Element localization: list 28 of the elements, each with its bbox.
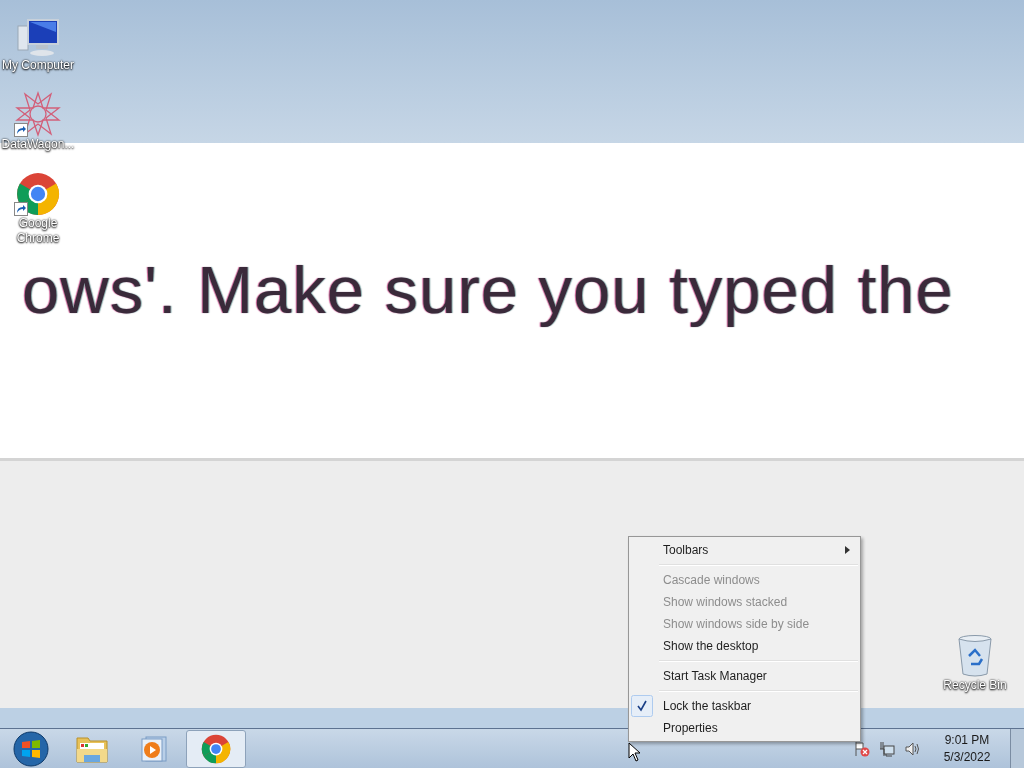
folder-icon — [76, 734, 108, 763]
desktop-icon-label[interactable]: DataWagon... — [0, 137, 76, 152]
desktop-icon-label[interactable]: Recycle Bin — [937, 678, 1013, 693]
menu-item[interactable]: Start Task Manager — [629, 665, 860, 687]
flag-error-icon[interactable] — [854, 740, 870, 757]
star-pattern-icon — [15, 91, 61, 137]
menu-item[interactable]: Properties — [629, 717, 860, 739]
shortcut-arrow-icon — [14, 123, 28, 137]
desktop-icon-label[interactable]: Google Chrome — [0, 216, 76, 246]
clock[interactable]: 9:01 PM 5/3/2022 — [932, 731, 1002, 766]
menu-item[interactable]: Lock the taskbar — [629, 695, 860, 717]
speaker-icon[interactable] — [904, 740, 920, 757]
enlarged-message-text: ows'. Make sure you typed the — [22, 251, 954, 330]
menu-item[interactable]: Toolbars — [629, 539, 860, 561]
taskbar-button[interactable] — [186, 729, 246, 768]
media-player-icon — [140, 734, 168, 763]
submenu-arrow-icon — [845, 546, 850, 554]
clock-time: 9:01 PM — [944, 731, 990, 749]
chrome-icon — [201, 733, 231, 764]
recycle-bin-icon — [957, 634, 993, 678]
windows-logo-icon — [13, 730, 49, 767]
mouse-pointer-icon — [628, 742, 641, 762]
network-icon[interactable] — [879, 740, 895, 757]
clock-date: 5/3/2022 — [943, 748, 991, 766]
chrome-icon — [16, 172, 60, 216]
shortcut-arrow-icon — [14, 202, 28, 216]
computer-icon — [16, 18, 60, 58]
menu-item[interactable]: Show the desktop — [629, 635, 860, 657]
